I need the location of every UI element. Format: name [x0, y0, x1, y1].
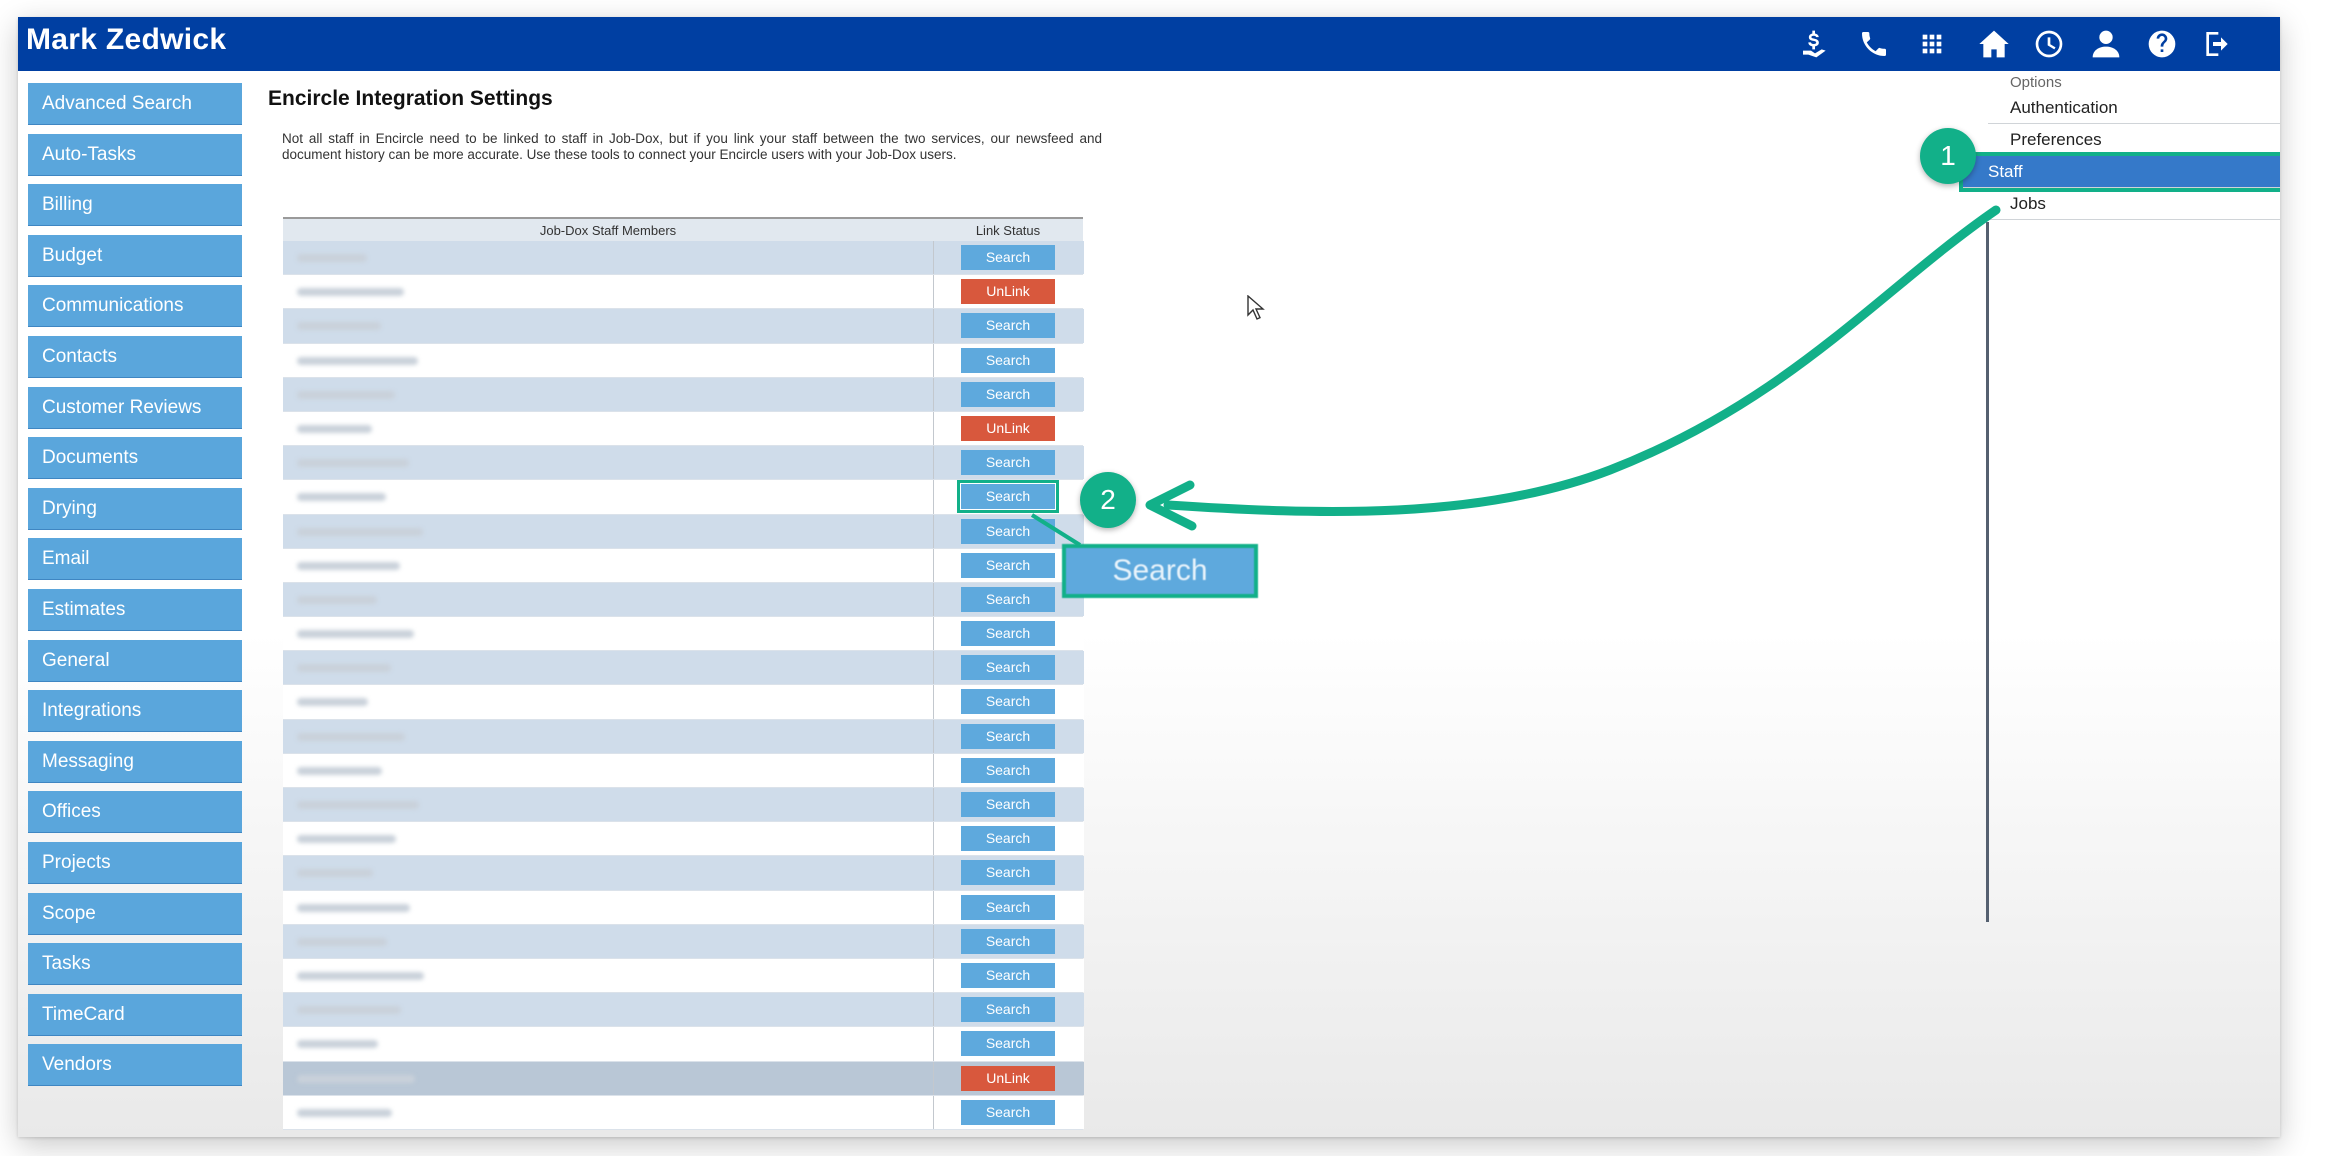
step-badge-1: 1	[1920, 128, 1976, 184]
step-badge-2: 2	[1080, 472, 1136, 528]
zoomed-search-button: Search	[1062, 544, 1258, 598]
